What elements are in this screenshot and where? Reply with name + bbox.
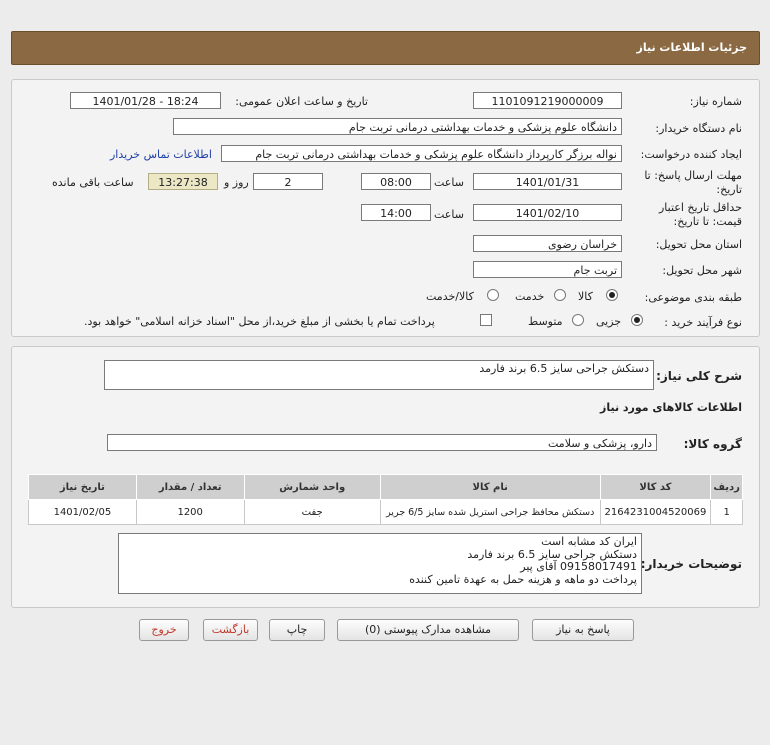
- remaining-time-field: 13:27:38: [148, 173, 218, 190]
- cell-code: 2164231004520069: [599, 499, 712, 525]
- buyer-notes-field: ایران کد مشابه است دستکش جراحی سایز 6.5 …: [118, 533, 642, 594]
- announce-field: 1401/01/28 - 18:24: [70, 92, 221, 109]
- notes-line: ایران کد مشابه است: [541, 535, 637, 548]
- col-header-name: نام کالا: [379, 474, 601, 500]
- table-row: 1 2164231004520069 دستکش محافظ جراحی است…: [28, 499, 743, 525]
- need-number-label: شماره نیاز:: [689, 95, 742, 108]
- page-header: جزئیات اطلاعات نیاز: [11, 31, 760, 65]
- deadline-time-label: ساعت: [434, 176, 464, 189]
- buyer-notes-label: توضیحات خریدار:: [640, 557, 742, 571]
- deadline-date-field: 1401/01/31: [473, 173, 622, 190]
- attachments-button[interactable]: مشاهده مدارک پیوستی (0): [337, 619, 519, 641]
- cell-qty: 1200: [135, 499, 245, 525]
- process-option-minor: جزیی: [596, 315, 622, 328]
- cell-date: 1401/02/05: [28, 499, 137, 525]
- days-field: 2: [253, 173, 323, 190]
- city-field: تربت جام: [473, 261, 622, 278]
- goods-group-field: دارو، پزشکی و سلامت: [107, 434, 657, 451]
- category-option-goods: کالا: [578, 290, 593, 303]
- buyer-contact-link[interactable]: اطلاعات تماس خریدار: [110, 148, 212, 161]
- deadline-label-2: تاریخ:: [716, 183, 742, 196]
- province-field: خراسان رضوی: [473, 235, 622, 252]
- province-label: استان محل تحویل:: [655, 238, 742, 251]
- category-radio-service[interactable]: [554, 289, 566, 301]
- city-label: شهر محل تحویل:: [662, 264, 742, 277]
- announce-label: تاریخ و ساعت اعلان عمومی:: [235, 95, 368, 108]
- cell-unit: جفت: [243, 499, 381, 525]
- validity-date-field: 1401/02/10: [473, 204, 622, 221]
- process-option-medium: متوسط: [528, 315, 563, 328]
- buyer-org-field: دانشگاه علوم پزشکی و خدمات بهداشتی درمان…: [173, 118, 622, 135]
- items-table: ردیف کد کالا نام کالا واحد شمارش تعداد /…: [28, 474, 743, 525]
- exit-button[interactable]: خروج: [139, 619, 189, 641]
- validity-label-1: حداقل تاریخ اعتبار: [658, 201, 742, 214]
- validity-time-field: 14:00: [361, 204, 431, 221]
- need-number-field: 1101091219000009: [473, 92, 622, 109]
- cell-name: دستکش محافظ جراحی استریل شده سایز 6/5 جر…: [379, 499, 601, 525]
- page-title: جزئیات اطلاعات نیاز: [636, 41, 748, 54]
- notes-line: 09158017491 آقای پیر: [520, 560, 637, 573]
- notes-line: پرداخت دو ماهه و هزینه حمل به عهدة تامین…: [409, 572, 637, 586]
- buyer-org-label: نام دستگاه خریدار:: [655, 122, 742, 135]
- treasury-payment-checkbox[interactable]: [480, 314, 492, 326]
- back-button[interactable]: بازگشت: [203, 619, 258, 641]
- summary-field: دستکش جراحی سایز 6.5 برند فارمد: [104, 360, 654, 390]
- col-header-code: کد کالا: [599, 474, 712, 500]
- requester-field: نواله برزگر کارپرداز دانشگاه علوم پزشکی …: [221, 145, 622, 162]
- goods-info-title: اطلاعات کالاهای مورد نیاز: [600, 401, 742, 414]
- cell-row: 1: [710, 499, 743, 525]
- requester-label: ایجاد کننده درخواست:: [640, 148, 742, 161]
- category-radio-goods-service[interactable]: [487, 289, 499, 301]
- reply-button[interactable]: پاسخ به نیاز: [532, 619, 634, 641]
- category-radio-goods[interactable]: [606, 289, 618, 301]
- deadline-label-1: مهلت ارسال پاسخ: تا: [644, 169, 742, 182]
- validity-time-label: ساعت: [434, 208, 464, 221]
- col-header-row: ردیف: [710, 474, 743, 500]
- category-label: طبقه بندی موضوعی:: [644, 291, 742, 304]
- process-radio-medium[interactable]: [572, 314, 584, 326]
- col-header-date: تاریخ نیاز: [28, 474, 137, 500]
- days-label: روز و: [224, 176, 249, 189]
- print-button[interactable]: چاپ: [269, 619, 325, 641]
- category-option-service: خدمت: [515, 290, 545, 303]
- treasury-payment-note: پرداخت تمام یا بخشی از مبلغ خرید،از محل …: [84, 315, 435, 328]
- category-option-goods-service: کالا/خدمت: [426, 290, 474, 303]
- goods-group-label: گروه کالا:: [683, 437, 742, 451]
- items-table-header: ردیف کد کالا نام کالا واحد شمارش تعداد /…: [28, 474, 743, 500]
- process-radio-minor[interactable]: [631, 314, 643, 326]
- col-header-unit: واحد شمارش: [243, 474, 381, 500]
- deadline-time-field: 08:00: [361, 173, 431, 190]
- remaining-label: ساعت باقی مانده: [52, 176, 134, 189]
- process-label: نوع فرآیند خرید :: [664, 316, 742, 329]
- col-header-qty: تعداد / مقدار: [135, 474, 245, 500]
- summary-label: شرح کلی نیاز:: [656, 369, 742, 383]
- validity-label-2: قیمت: تا تاریخ:: [673, 215, 742, 228]
